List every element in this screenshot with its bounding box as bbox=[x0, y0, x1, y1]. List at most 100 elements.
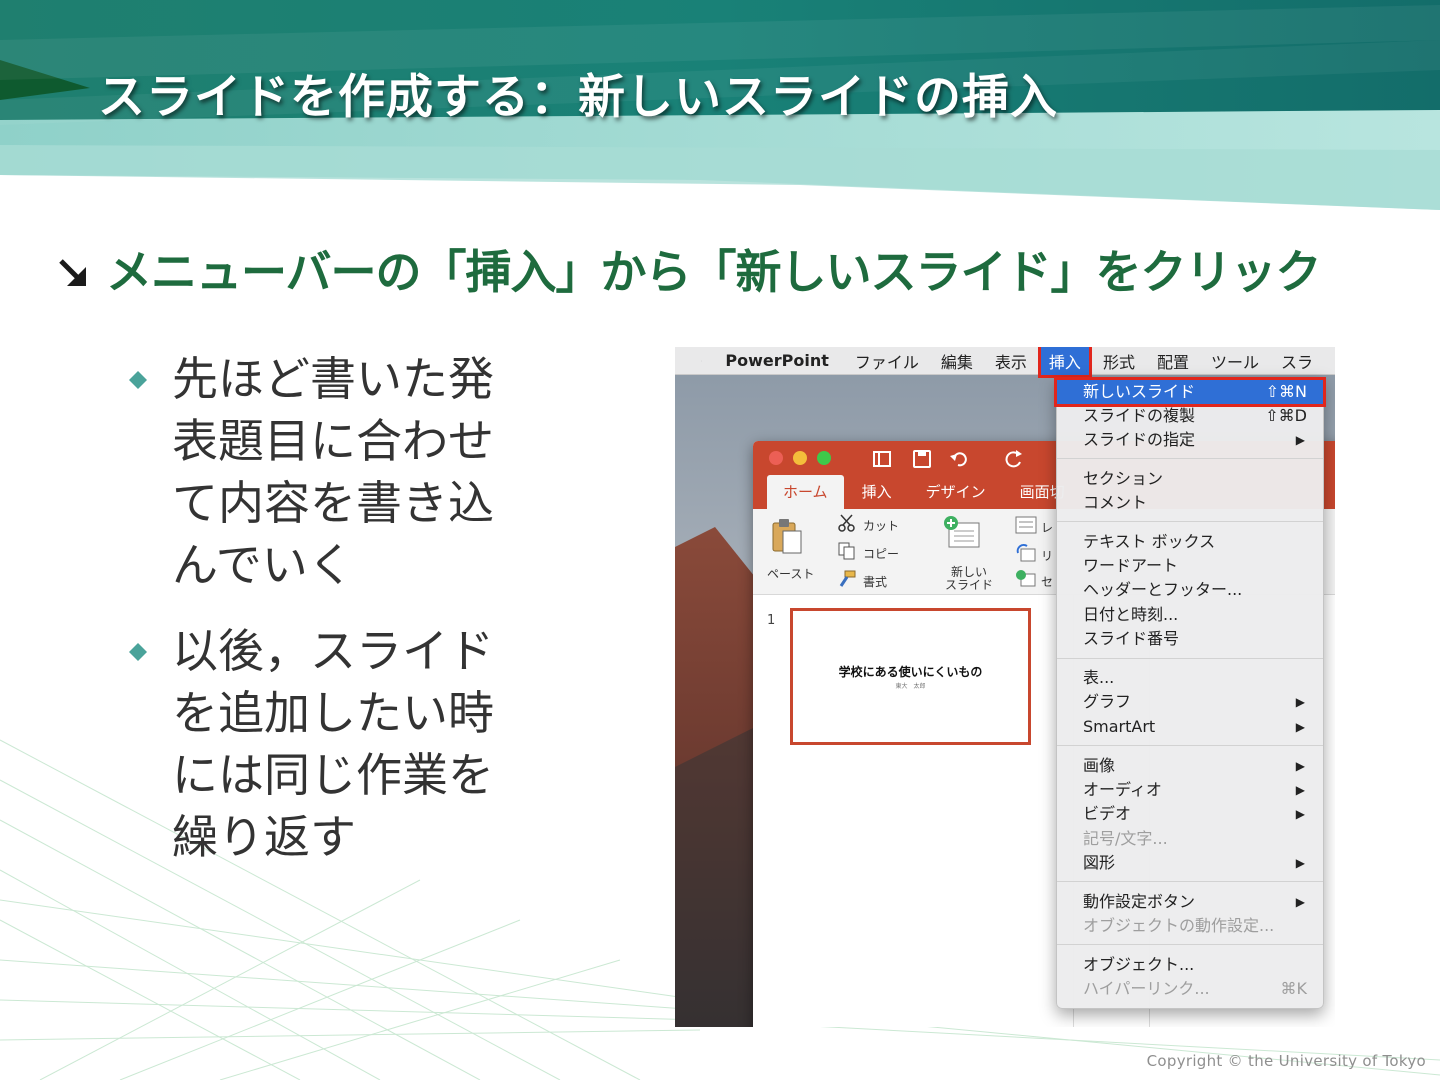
zoom-window-button[interactable] bbox=[817, 451, 831, 465]
slide-title: スライドを作成する：新しいスライドの挿入 bbox=[98, 70, 1058, 125]
thumbnail-title: 学校にある使いにくいもの bbox=[838, 665, 983, 679]
close-window-button[interactable] bbox=[769, 451, 783, 465]
menu-item-label: 表... bbox=[1083, 668, 1115, 687]
menu-item-label: コメント bbox=[1083, 493, 1148, 512]
menu-item-picture[interactable]: 画像 ▶ bbox=[1057, 754, 1323, 778]
menu-item-action-settings: オブジェクトの動作設定... bbox=[1057, 914, 1323, 938]
menu-item-label: スライド番号 bbox=[1083, 629, 1180, 648]
minimize-window-button[interactable] bbox=[793, 451, 807, 465]
menubar-tools[interactable]: ツール bbox=[1211, 349, 1259, 373]
bullet-item: 先ほど書いた発表題目に合わせて内容を書き込んでいく bbox=[128, 348, 548, 596]
menu-item-label: スライドの指定 bbox=[1083, 430, 1196, 449]
redo-icon[interactable] bbox=[1003, 448, 1025, 470]
menu-item-text-box[interactable]: テキスト ボックス bbox=[1057, 530, 1323, 554]
format-painter-icon[interactable] bbox=[837, 569, 857, 589]
layout-icon[interactable] bbox=[1015, 515, 1037, 535]
menu-item-table[interactable]: 表... bbox=[1057, 666, 1323, 690]
copy-button-label[interactable]: コピー bbox=[863, 545, 899, 562]
submenu-arrow-icon: ▶ bbox=[1295, 783, 1305, 797]
menu-item-label: オブジェクト... bbox=[1083, 955, 1195, 974]
diamond-bullet-icon bbox=[129, 371, 147, 389]
menu-item-smartart[interactable]: SmartArt ▶ bbox=[1057, 715, 1323, 739]
bullet-item: 以後，スライドを追加したい時には同じ作業を繰り返す bbox=[128, 620, 548, 868]
menu-separator bbox=[1057, 944, 1323, 945]
menu-item-comment[interactable]: コメント bbox=[1057, 491, 1323, 515]
submenu-arrow-icon: ▶ bbox=[1295, 720, 1305, 734]
menu-item-label: 画像 bbox=[1083, 756, 1116, 775]
menu-item-label: オブジェクトの動作設定... bbox=[1083, 916, 1275, 935]
menu-item-label: 図形 bbox=[1083, 853, 1116, 872]
menu-separator bbox=[1057, 745, 1323, 746]
menu-item-action-buttons[interactable]: 動作設定ボタン ▶ bbox=[1057, 890, 1323, 914]
menu-item-wordart[interactable]: ワードアート bbox=[1057, 554, 1323, 578]
menu-item-header-footer[interactable]: ヘッダーとフッター... bbox=[1057, 578, 1323, 602]
menu-item-section[interactable]: セクション bbox=[1057, 467, 1323, 491]
thumbnail-subtitle: 東大 太郎 bbox=[895, 683, 926, 690]
menu-separator bbox=[1057, 881, 1323, 882]
section-label[interactable]: セ bbox=[1041, 573, 1053, 590]
menu-item-slide-number[interactable]: スライド番号 bbox=[1057, 627, 1323, 651]
tab-home[interactable]: ホーム bbox=[767, 475, 844, 509]
menu-item-reuse-slides[interactable]: スライドの指定 ▶ bbox=[1057, 428, 1323, 452]
menu-item-label: SmartArt bbox=[1083, 717, 1156, 736]
submenu-arrow-icon: ▶ bbox=[1295, 433, 1305, 447]
bullet-text: 先ほど書いた発表題目に合わせて内容を書き込んでいく bbox=[172, 352, 494, 592]
paste-button-label[interactable]: ペースト bbox=[767, 565, 814, 582]
tab-design[interactable]: デザイン bbox=[910, 481, 1002, 509]
menu-item-audio[interactable]: オーディオ ▶ bbox=[1057, 778, 1323, 802]
menu-shortcut: ⇧⌘D bbox=[1265, 406, 1307, 425]
menu-item-chart[interactable]: グラフ ▶ bbox=[1057, 690, 1323, 714]
insert-menu-dropdown: 新しいスライド ⇧⌘N スライドの複製 ⇧⌘D スライドの指定 ▶ セクション … bbox=[1054, 377, 1326, 1009]
slide-thumbnail[interactable]: 学校にある使いにくいもの 東大 太郎 bbox=[790, 608, 1031, 745]
new-slide-icon[interactable] bbox=[943, 515, 983, 551]
reset-icon[interactable] bbox=[1015, 543, 1037, 563]
menubar-slideshow[interactable]: スラ bbox=[1281, 349, 1313, 373]
format-painter-label[interactable]: 書式 bbox=[863, 573, 887, 590]
cut-icon[interactable] bbox=[837, 513, 857, 533]
menubar-app-name[interactable]: PowerPoint bbox=[725, 351, 828, 370]
submenu-arrow-icon: ▶ bbox=[1295, 895, 1305, 909]
menu-item-new-slide[interactable]: 新しいスライド ⇧⌘N bbox=[1054, 377, 1326, 407]
menu-item-hyperlink: ハイパーリンク... ⌘K bbox=[1057, 977, 1323, 1001]
new-slide-label-line2[interactable]: スライド bbox=[945, 576, 993, 593]
heading-text: メニューバーの「挿入」から「新しいスライド」をクリック bbox=[106, 245, 1322, 299]
menu-item-video[interactable]: ビデオ ▶ bbox=[1057, 802, 1323, 826]
menubar-arrange[interactable]: 配置 bbox=[1157, 349, 1189, 373]
submenu-arrow-icon: ▶ bbox=[1295, 856, 1305, 870]
reset-label[interactable]: リ bbox=[1041, 547, 1053, 564]
menu-separator bbox=[1057, 521, 1323, 522]
menu-item-label: 日付と時刻... bbox=[1083, 605, 1179, 624]
menu-item-label: ビデオ bbox=[1083, 804, 1132, 823]
copy-icon[interactable] bbox=[837, 541, 857, 561]
menubar-edit[interactable]: 編集 bbox=[941, 349, 973, 373]
panel-icon[interactable] bbox=[871, 448, 893, 470]
menu-shortcut: ⌘K bbox=[1280, 979, 1308, 998]
mac-menubar: PowerPoint ファイル 編集 表示 挿入 形式 配置 ツール スラ bbox=[675, 347, 1335, 378]
tab-insert[interactable]: 挿入 bbox=[846, 481, 908, 509]
menu-item-label: ワードアート bbox=[1083, 556, 1179, 575]
arrow-down-right-icon bbox=[59, 259, 86, 286]
slide-heading: メニューバーの「挿入」から「新しいスライド」をクリック bbox=[56, 236, 1322, 302]
menu-item-label: オーディオ bbox=[1083, 780, 1162, 799]
menubar-format[interactable]: 形式 bbox=[1103, 349, 1135, 373]
powerpoint-screenshot: PowerPoint ファイル 編集 表示 挿入 形式 配置 ツール スラ ホー… bbox=[675, 347, 1335, 1027]
menu-item-shape[interactable]: 図形 ▶ bbox=[1057, 851, 1323, 875]
menu-item-date-time[interactable]: 日付と時刻... bbox=[1057, 603, 1323, 627]
section-icon[interactable] bbox=[1015, 569, 1037, 589]
save-icon[interactable] bbox=[911, 448, 933, 470]
cut-button-label[interactable]: カット bbox=[863, 517, 899, 534]
menu-item-label: テキスト ボックス bbox=[1083, 532, 1216, 551]
bullet-list: 先ほど書いた発表題目に合わせて内容を書き込んでいく 以後，スライドを追加したい時… bbox=[128, 348, 548, 874]
menubar-file[interactable]: ファイル bbox=[855, 349, 919, 373]
undo-icon[interactable] bbox=[949, 448, 971, 470]
menu-separator bbox=[1057, 658, 1323, 659]
menubar-view[interactable]: 表示 bbox=[995, 349, 1027, 373]
menu-item-label: 記号/文字... bbox=[1083, 829, 1168, 848]
menu-item-duplicate-slide[interactable]: スライドの複製 ⇧⌘D bbox=[1057, 404, 1323, 428]
menubar-insert[interactable]: 挿入 bbox=[1037, 347, 1092, 378]
menu-item-object[interactable]: オブジェクト... bbox=[1057, 953, 1323, 977]
paste-icon[interactable] bbox=[769, 517, 805, 557]
layout-label[interactable]: レ bbox=[1041, 519, 1053, 536]
slide-number: 1 bbox=[767, 613, 776, 628]
menu-item-label: ハイパーリンク... bbox=[1083, 979, 1210, 998]
